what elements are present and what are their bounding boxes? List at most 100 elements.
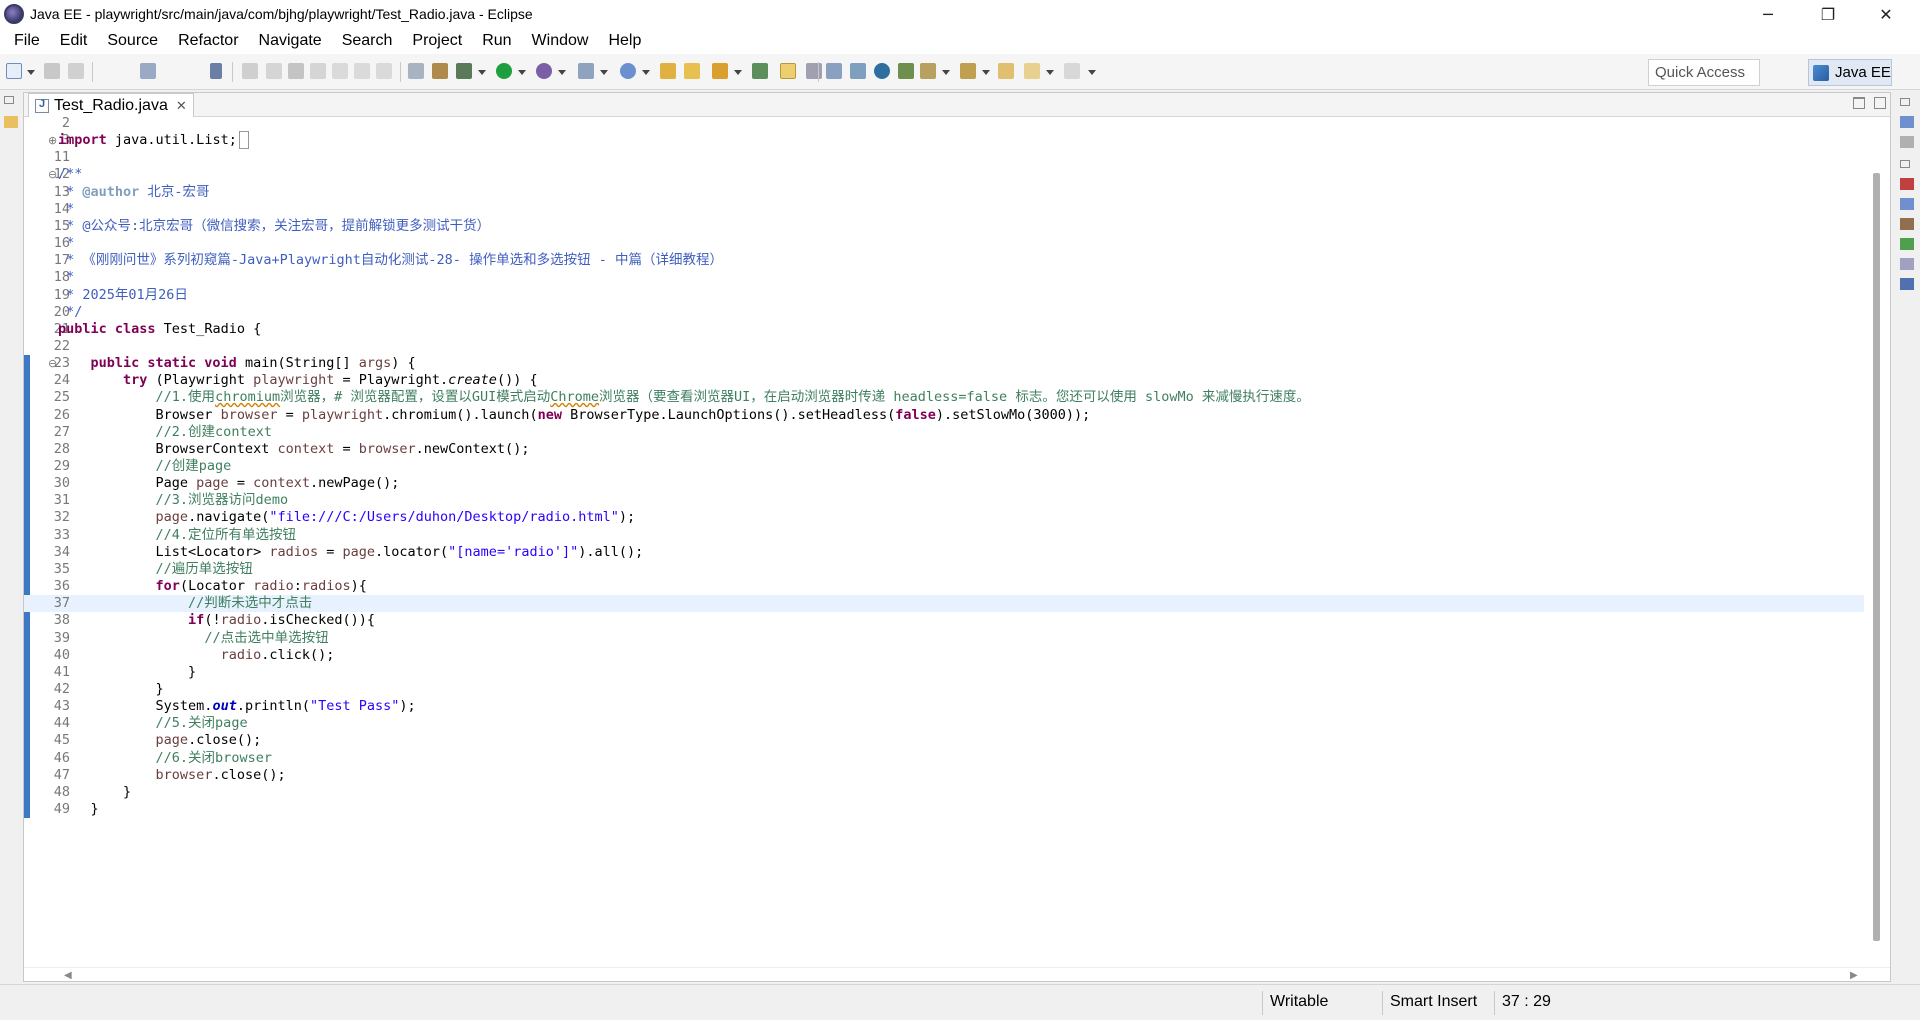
back-history-icon[interactable] [998, 63, 1014, 79]
close-tab-icon[interactable]: ✕ [176, 98, 187, 114]
code-line[interactable]: 13 * @author 北京-宏哥 [24, 184, 1864, 201]
vertical-scroll-thumb[interactable] [1873, 173, 1880, 941]
code-line[interactable]: 49 } [24, 801, 1864, 818]
data-source-icon[interactable] [1900, 238, 1914, 250]
server-icon[interactable] [456, 63, 472, 79]
task-list-icon[interactable] [1900, 136, 1914, 148]
code-line[interactable]: 38 if(!radio.isChecked()){ [24, 612, 1864, 629]
step-into-icon[interactable] [332, 63, 348, 79]
code-line[interactable]: 45 page.close(); [24, 732, 1864, 749]
open-console-icon[interactable] [140, 63, 156, 79]
menu-window[interactable]: Window [522, 32, 599, 50]
project-explorer-icon[interactable] [4, 116, 18, 128]
code-line[interactable]: 44 //5.关闭page [24, 715, 1864, 732]
restore-icon[interactable] [4, 96, 14, 104]
debug-icon[interactable] [536, 63, 552, 79]
properties-icon[interactable] [1900, 198, 1914, 210]
menu-navigate[interactable]: Navigate [249, 32, 332, 50]
code-line[interactable]: 37 //判断未选中才点击 [24, 595, 1864, 613]
code-line[interactable]: 12 ⊖/** [24, 166, 1864, 183]
step-return-icon[interactable] [376, 63, 392, 79]
terminate-icon[interactable] [288, 63, 304, 79]
code-line[interactable]: 28 BrowserContext context = browser.newC… [24, 441, 1864, 458]
perspective-java-ee-button[interactable]: Java EE [1808, 59, 1892, 86]
close-button[interactable]: ✕ [1858, 0, 1914, 28]
search-icon[interactable] [712, 63, 728, 79]
minimize-button[interactable]: ─ [1740, 0, 1796, 28]
next-annotation-icon[interactable] [898, 63, 914, 79]
save-all-icon[interactable] [68, 63, 84, 79]
build-icon[interactable] [432, 63, 448, 79]
code-line[interactable]: 47 browser.close(); [24, 767, 1864, 784]
run-icon[interactable] [496, 63, 512, 79]
pilcrow-icon[interactable] [850, 63, 866, 79]
code-line[interactable]: 36 for(Locator radio:radios){ [24, 578, 1864, 595]
code-line[interactable]: 32 page.navigate("file:///C:/Users/duhon… [24, 509, 1864, 526]
open-task-icon[interactable] [752, 63, 768, 79]
quick-access-input[interactable]: Quick Access [1648, 59, 1760, 86]
code-line[interactable]: 18 * [24, 269, 1864, 286]
code-line[interactable]: 14 * [24, 201, 1864, 218]
web-browser-icon[interactable] [874, 63, 890, 79]
restore-button[interactable]: ❐ [1800, 0, 1856, 28]
fold-toggle-icon[interactable]: ⊕ [48, 132, 58, 149]
toggle-mark-occurrences-icon[interactable] [780, 63, 796, 79]
menu-run[interactable]: Run [472, 32, 521, 50]
disconnect-icon[interactable] [310, 63, 326, 79]
skip-breakpoints-icon[interactable] [210, 63, 222, 79]
code-line[interactable]: 22 [24, 338, 1864, 355]
code-line[interactable]: 25 //1.使用chromium浏览器，# 浏览器配置，设置以GUI模式启动C… [24, 389, 1864, 406]
code-line[interactable]: 3 ⊕ import java.util.List; [24, 131, 1864, 150]
menu-file[interactable]: File [4, 32, 50, 50]
menu-source[interactable]: Source [97, 32, 168, 50]
code-line[interactable]: 34 List<Locator> radios = page.locator("… [24, 544, 1864, 561]
code-line[interactable]: 30 Page page = context.newPage(); [24, 475, 1864, 492]
code-line[interactable]: 41 } [24, 664, 1864, 681]
back-icon[interactable] [1024, 63, 1040, 79]
previous-annotation-icon[interactable] [920, 63, 936, 79]
snippets-icon[interactable] [1900, 258, 1914, 270]
minimize-editor-icon[interactable] [1853, 97, 1865, 109]
code-line[interactable]: 40 radio.click(); [24, 647, 1864, 664]
code-line[interactable]: 33 //4.定位所有单选按钮 [24, 527, 1864, 544]
code-line[interactable]: 26 Browser browser = playwright.chromium… [24, 407, 1864, 424]
code-line[interactable]: 39 //点击选中单选按钮 [24, 630, 1864, 647]
block-selection-icon[interactable] [806, 63, 822, 79]
code-line[interactable]: 31 //3.浏览器访问demo [24, 492, 1864, 509]
menu-search[interactable]: Search [332, 32, 403, 50]
editor-tab-test-radio[interactable]: Test_Radio.java ✕ [28, 93, 194, 117]
suspend-icon[interactable] [266, 63, 282, 79]
fold-toggle-icon[interactable]: ⊖ [48, 166, 58, 183]
new-icon[interactable] [6, 63, 22, 79]
new-package-icon[interactable] [660, 63, 676, 79]
restore-icon-right[interactable] [1900, 98, 1910, 106]
code-line[interactable]: 15 * @公众号:北京宏哥（微信搜索，关注宏哥，提前解锁更多测试干货） [24, 218, 1864, 235]
maximize-editor-icon[interactable] [1874, 97, 1886, 109]
last-edit-location-icon[interactable] [960, 63, 976, 79]
code-line[interactable]: 19 * 2025年01月26日 [24, 287, 1864, 304]
menu-refactor[interactable]: Refactor [168, 32, 248, 50]
code-line[interactable]: 35 //遍历单选按钮 [24, 561, 1864, 578]
code-line[interactable]: 24 try (Playwright playwright = Playwrig… [24, 372, 1864, 389]
code-line[interactable]: 23 ⊖ public static void main(String[] arg… [24, 355, 1864, 372]
step-over-icon[interactable] [354, 63, 370, 79]
code-line[interactable]: 2 [24, 117, 1864, 132]
restore-icon-right-2[interactable] [1900, 160, 1910, 168]
code-line[interactable]: 43 System.out.println("Test Pass"); [24, 698, 1864, 715]
horizontal-scrollbar[interactable]: ◀ ▶ [24, 967, 1890, 981]
open-type-icon[interactable] [684, 63, 700, 79]
code-line[interactable]: 42 } [24, 681, 1864, 698]
code-line[interactable]: 27 //2.创建context [24, 424, 1864, 441]
external-tools-icon[interactable] [578, 63, 594, 79]
code-line[interactable]: 17 * 《刚刚问世》系列初窥篇-Java+Playwright自动化测试-28… [24, 252, 1864, 269]
code-line[interactable]: 21 public class Test_Radio { [24, 321, 1864, 338]
markers-icon[interactable] [1900, 178, 1914, 190]
scroll-right-icon[interactable]: ▶ [1850, 970, 1858, 981]
scroll-left-icon[interactable]: ◀ [64, 970, 72, 981]
fold-toggle-icon[interactable]: ⊖ [48, 355, 58, 372]
servers-icon[interactable] [1900, 218, 1914, 230]
code-line[interactable]: 11 [24, 149, 1864, 166]
save-icon[interactable] [44, 63, 60, 79]
menu-project[interactable]: Project [402, 32, 472, 50]
resume-icon[interactable] [242, 63, 258, 79]
